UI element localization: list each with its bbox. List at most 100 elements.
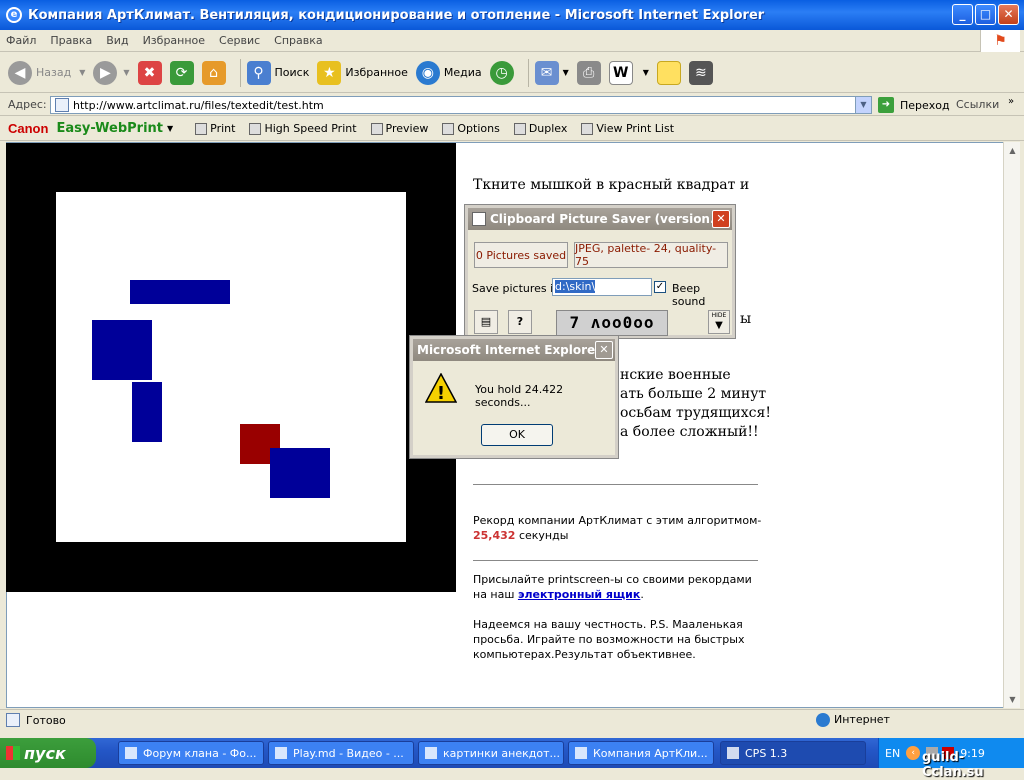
print-button[interactable]: ⎙ (576, 58, 601, 88)
toolbar-separator (527, 58, 529, 87)
format-button[interactable]: JPEG, palette- 24, quality- 75 (574, 242, 728, 268)
cps-app-icon (472, 212, 486, 226)
options-button[interactable]: Options (442, 122, 500, 135)
help-icon[interactable]: ? (508, 310, 532, 334)
chevron-down-icon[interactable]: ▼ (79, 68, 85, 77)
home-button[interactable]: ⌂ (201, 58, 226, 88)
ok-button[interactable]: OK (481, 424, 553, 446)
back-button[interactable]: ◀ Назад ▼ (8, 58, 85, 88)
taskbar-item[interactable]: Play.md - Видео - ... (268, 741, 414, 765)
chevron-right-icon[interactable]: » (1008, 96, 1014, 107)
chevron-down-icon[interactable]: ▼ (123, 68, 129, 77)
pictures-saved-button[interactable]: 0 Pictures saved (474, 242, 568, 268)
refresh-button[interactable]: ⟳ (169, 58, 194, 88)
cps-title-bar[interactable]: Clipboard Picture Saver (version... ✕ (468, 208, 732, 230)
chevron-left-icon[interactable]: ‹ (906, 746, 921, 760)
hide-button[interactable]: HIDE ▼ (708, 310, 730, 334)
military-text-1: нские военные (620, 367, 731, 383)
alert-close-button[interactable]: ✕ (595, 341, 613, 359)
menu-view[interactable]: Вид (106, 34, 128, 47)
notes-button[interactable] (656, 58, 681, 88)
history-button[interactable]: ◷ (489, 58, 514, 88)
home-icon: ⌂ (201, 60, 226, 85)
chevron-down-icon[interactable]: ▼ (167, 124, 173, 133)
duplex-label: Duplex (528, 122, 568, 135)
search-button[interactable]: ⚲ Поиск (246, 58, 309, 88)
taskbar-item-label: CPS 1.3 (745, 746, 788, 760)
scroll-up-icon[interactable]: ▲ (1004, 142, 1021, 159)
address-dropdown-chevron-icon[interactable]: ▼ (855, 97, 871, 113)
taskbar-item[interactable]: картинки анекдот... (418, 741, 564, 765)
minimize-button[interactable]: _ (952, 4, 973, 25)
go-arrow-icon: ➜ (878, 97, 894, 113)
military-text-2: ать больше 2 минут (620, 386, 767, 402)
high-speed-print-button[interactable]: High Speed Print (249, 122, 357, 135)
taskbar-item-label: Компания АртКли... (593, 746, 708, 760)
scroll-down-icon[interactable]: ▼ (1004, 691, 1021, 708)
stop-button[interactable]: ✖ (137, 58, 162, 88)
media-button[interactable]: ◉ Медиа (415, 58, 482, 88)
language-indicator[interactable]: EN (885, 747, 900, 760)
toolbar-separator (239, 58, 241, 87)
clipboard-picture-saver-window: Clipboard Picture Saver (version... ✕ 0 … (464, 204, 736, 339)
archive-button[interactable]: ≋ (688, 58, 713, 88)
edit-word-button[interactable]: W ▼ (608, 58, 649, 88)
chevron-down-icon: ▼ (715, 320, 723, 331)
save-path-input[interactable]: d:\skin\ (552, 278, 652, 296)
taskbar-item-label: Форум клана - Фо... (143, 746, 257, 760)
vertical-scrollbar[interactable]: ▲ ▼ (1003, 142, 1020, 708)
address-url: http://www.artclimat.ru/files/textedit/t… (73, 98, 324, 112)
menu-file[interactable]: Файл (6, 34, 36, 47)
cps-close-button[interactable]: ✕ (712, 210, 730, 228)
start-label: пуск (24, 743, 66, 763)
address-bar: Адрес: http://www.artclimat.ru/files/tex… (0, 94, 1024, 116)
forward-arrow-icon: ▶ (93, 60, 118, 85)
taskbar-item-active[interactable]: CPS 1.3 (720, 741, 866, 765)
address-input[interactable]: http://www.artclimat.ru/files/textedit/t… (50, 96, 872, 114)
favorites-button[interactable]: ★ Избранное (317, 58, 408, 88)
window-icon (727, 747, 739, 759)
go-button[interactable]: ➜ Переход (878, 97, 950, 113)
options-icon (442, 122, 455, 135)
printer-icon: ⎙ (576, 60, 601, 85)
capture-counter: 7 ʌoo0oo (556, 310, 668, 336)
start-button[interactable]: пуск (0, 738, 96, 768)
page-icon (6, 713, 20, 727)
close-button[interactable]: ✕ (998, 4, 1019, 25)
menu-tools[interactable]: Сервис (219, 34, 260, 47)
internet-zone-icon (816, 713, 830, 727)
properties-icon[interactable]: ▤ (474, 310, 498, 334)
internet-explorer-icon: e (6, 7, 22, 23)
record-label: Рекорд компании АртКлимат с этим алгорит… (473, 514, 762, 527)
links-button[interactable]: Ссылки (956, 98, 999, 111)
printer-icon (195, 122, 208, 135)
mail-button[interactable]: ✉ ▼ (534, 58, 569, 88)
beep-checkbox[interactable]: ✓ (654, 281, 666, 293)
view-print-list-button[interactable]: View Print List (581, 122, 674, 135)
taskbar-item[interactable]: Форум клана - Фо... (118, 741, 264, 765)
email-link[interactable]: электронный ящик (518, 588, 640, 601)
preview-button[interactable]: Preview (370, 122, 428, 135)
favorites-label: Избранное (345, 66, 408, 79)
chevron-down-icon[interactable]: ▼ (563, 68, 569, 77)
menu-edit[interactable]: Правка (50, 34, 92, 47)
duplex-button[interactable]: Duplex (513, 122, 568, 135)
history-icon: ◷ (489, 60, 514, 85)
menu-help[interactable]: Справка (274, 34, 322, 47)
back-label: Назад (36, 66, 72, 79)
easy-webprint-menu[interactable]: Easy-WebPrint (56, 121, 163, 136)
send-text: Присылайте printscreen-ы со своими рекор… (473, 572, 763, 602)
chevron-down-icon[interactable]: ▼ (643, 68, 649, 77)
status-text: Готово (26, 713, 66, 727)
menu-favorites[interactable]: Избранное (143, 34, 205, 47)
address-label: Адрес: (8, 98, 47, 111)
word-icon: W (608, 60, 633, 85)
window-title-bar[interactable]: e Компания АртКлимат. Вентиляция, кондиц… (0, 0, 1024, 30)
forward-button[interactable]: ▶ ▼ (93, 58, 130, 88)
canon-print-button[interactable]: Print (195, 122, 235, 135)
divider (473, 484, 758, 485)
status-bar: Готово Интернет (0, 709, 1024, 730)
maximize-button[interactable]: □ (975, 4, 996, 25)
taskbar-item[interactable]: Компания АртКли... (568, 741, 714, 765)
alert-title-bar[interactable]: Microsoft Internet Explorer ✕ (413, 339, 615, 361)
